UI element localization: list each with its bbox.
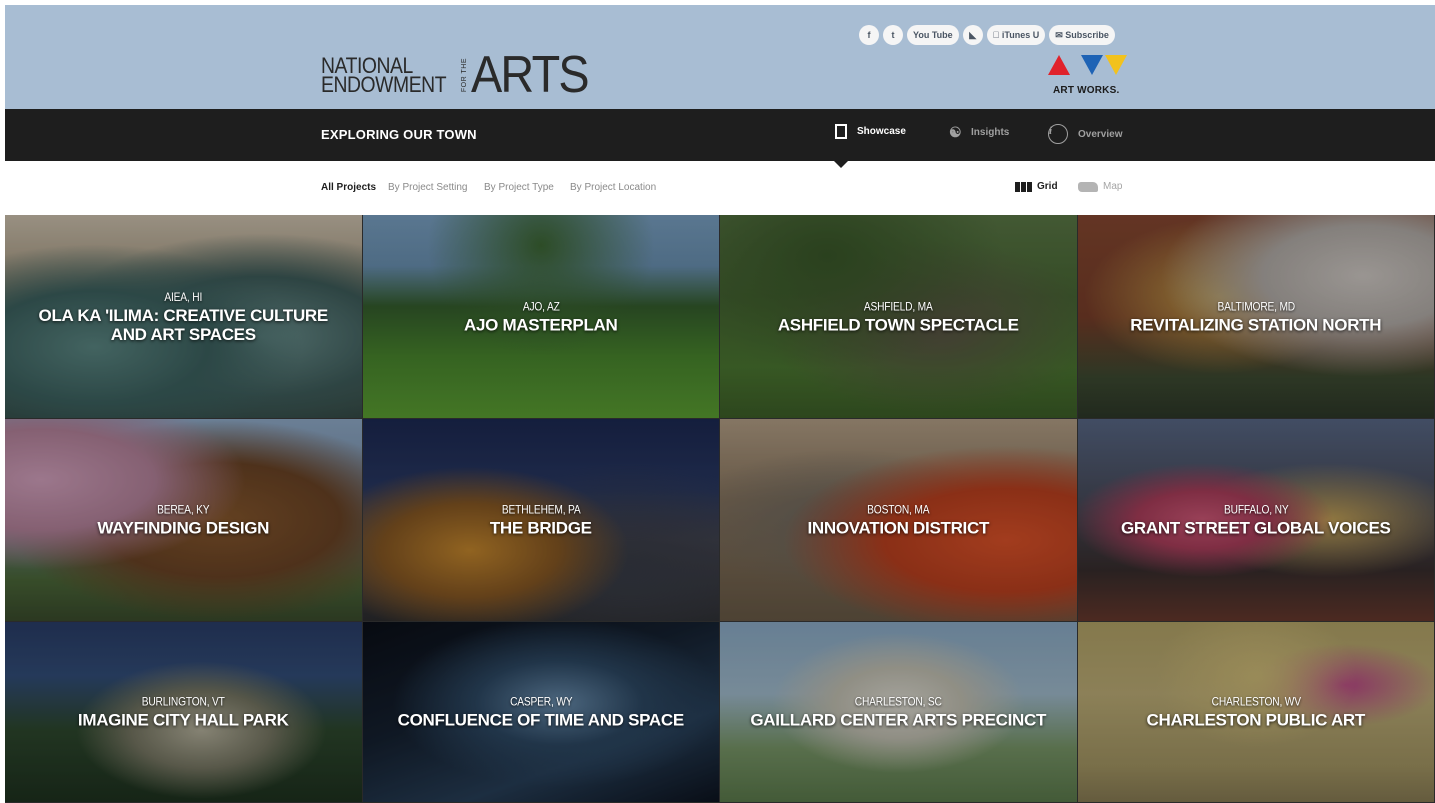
project-title: CHARLESTON PUBLIC ART <box>1146 710 1366 730</box>
project-title: IMAGINE CITY HALL PARK <box>77 710 289 730</box>
project-tile[interactable]: AIEA, HI OLA KA 'ILIMA: CREATIVE CULTURE … <box>5 215 363 419</box>
project-location: ASHFIELD, MA <box>863 299 933 313</box>
project-tile[interactable]: CHARLESTON, WV CHARLESTON PUBLIC ART <box>1077 622 1435 803</box>
info-icon: i <box>1048 124 1068 144</box>
tab-showcase-label: Showcase <box>857 126 906 137</box>
project-title: INNOVATION DISTRICT <box>807 518 990 538</box>
rss-icon[interactable]: ◣ <box>962 25 983 45</box>
logo-for-the: FOR THE <box>461 57 468 93</box>
site-header: NATIONAL ENDOWMENT FOR THE ARTS f t You … <box>5 5 1435 109</box>
project-location: BOSTON, MA <box>867 502 930 517</box>
subscribe-link[interactable]: ✉ Subscribe <box>1049 25 1115 45</box>
project-location: CASPER, WY <box>509 694 573 709</box>
red-triangle-icon <box>1048 55 1070 75</box>
lightbulb-icon: ☯ <box>949 124 962 140</box>
tab-overview-label: Overview <box>1078 128 1123 140</box>
project-location: BEREA, KY <box>157 502 210 517</box>
project-tile[interactable]: AJO, AZ AJO MASTERPLAN <box>362 215 720 419</box>
grid-view-toggle[interactable]: Grid <box>1015 181 1058 192</box>
tab-insights-label: Insights <box>971 126 1010 138</box>
project-grid: AIEA, HI OLA KA 'ILIMA: CREATIVE CULTURE … <box>5 215 1435 803</box>
project-title: GAILLARD CENTER ARTS PRECINCT <box>750 710 1047 730</box>
project-tile[interactable]: BOSTON, MA INNOVATION DISTRICT <box>720 419 1078 622</box>
project-tile[interactable]: CHARLESTON, SC GAILLARD CENTER ARTS PRECI… <box>720 622 1078 803</box>
grid-icon <box>1015 181 1032 192</box>
project-tile[interactable]: BUFFALO, NY GRANT STREET GLOBAL VOICES <box>1077 419 1435 622</box>
project-tile[interactable]: BETHLEHEM, PA THE BRIDGE <box>362 419 720 622</box>
blue-triangle-icon <box>1081 55 1103 75</box>
project-tile[interactable]: BURLINGTON, VT IMAGINE CITY HALL PARK <box>5 622 363 803</box>
project-title: WAYFINDING DESIGN <box>97 518 270 538</box>
section-title: EXPLORING OUR TOWN <box>321 127 477 142</box>
project-tile[interactable]: ASHFIELD, MA ASHFIELD TOWN SPECTACLE <box>720 215 1078 419</box>
tab-overview[interactable]: i Overview <box>1048 124 1122 144</box>
logo-arts: ARTS <box>471 46 590 104</box>
itunes-u-link[interactable]:  iTunes U <box>986 25 1046 45</box>
filter-bar: All Projects By Project Setting By Proje… <box>5 161 1435 215</box>
project-tile[interactable]: BALTIMORE, MD REVITALIZING STATION NORTH <box>1077 215 1435 419</box>
project-location: AIEA, HI <box>164 289 203 304</box>
twitter-icon[interactable]: t <box>883 25 903 45</box>
project-tile[interactable]: CASPER, WY CONFLUENCE OF TIME AND SPACE <box>362 622 720 803</box>
project-title: ASHFIELD TOWN SPECTACLE <box>777 315 1019 334</box>
art-works-logo[interactable]: ART WORKS. <box>1045 55 1135 97</box>
project-title: OLA KA 'ILIMA: CREATIVE CULTURE AND ART … <box>38 305 329 344</box>
project-tile[interactable]: BEREA, KY WAYFINDING DESIGN <box>5 419 363 622</box>
facebook-icon[interactable]: f <box>859 25 879 45</box>
logo-wordmark: NATIONAL ENDOWMENT <box>321 55 453 97</box>
project-title: AJO MASTERPLAN <box>463 315 618 334</box>
project-title: THE BRIDGE <box>489 518 592 538</box>
project-title: CONFLUENCE OF TIME AND SPACE <box>397 710 685 730</box>
project-location: CHARLESTON, SC <box>854 694 942 709</box>
filter-by-location[interactable]: By Project Location <box>570 182 656 193</box>
filter-by-type[interactable]: By Project Type <box>484 182 554 193</box>
project-location: CHARLESTON, WV <box>1211 694 1301 709</box>
tab-insights[interactable]: ☯ Insights <box>949 124 1009 140</box>
map-icon <box>1078 181 1098 192</box>
project-title: REVITALIZING STATION NORTH <box>1130 315 1382 334</box>
project-location: BALTIMORE, MD <box>1216 299 1295 313</box>
map-view-toggle[interactable]: Map <box>1078 181 1122 192</box>
showcase-icon <box>835 124 847 139</box>
project-location: BETHLEHEM, PA <box>501 502 581 517</box>
youtube-icon[interactable]: You Tube <box>907 25 959 45</box>
art-works-text: ART WORKS. <box>1053 85 1120 96</box>
project-location: AJO, AZ <box>522 299 560 313</box>
tab-showcase[interactable]: Showcase <box>835 124 906 139</box>
project-location: BURLINGTON, VT <box>141 694 225 709</box>
yellow-triangle-icon <box>1105 55 1127 75</box>
project-title: GRANT STREET GLOBAL VOICES <box>1120 518 1391 538</box>
section-nav: EXPLORING OUR TOWN Showcase ☯ Insights i… <box>5 109 1435 161</box>
filter-all-projects[interactable]: All Projects <box>321 182 376 193</box>
social-links: f t You Tube ◣  iTunes U ✉ Subscribe <box>859 25 1115 45</box>
project-location: BUFFALO, NY <box>1223 502 1289 517</box>
grid-view-label: Grid <box>1037 181 1058 192</box>
map-view-label: Map <box>1103 181 1123 192</box>
nea-logo[interactable]: NATIONAL ENDOWMENT FOR THE ARTS <box>321 46 601 104</box>
logo-line-endowment: ENDOWMENT <box>321 72 447 97</box>
filter-by-setting[interactable]: By Project Setting <box>388 182 467 193</box>
